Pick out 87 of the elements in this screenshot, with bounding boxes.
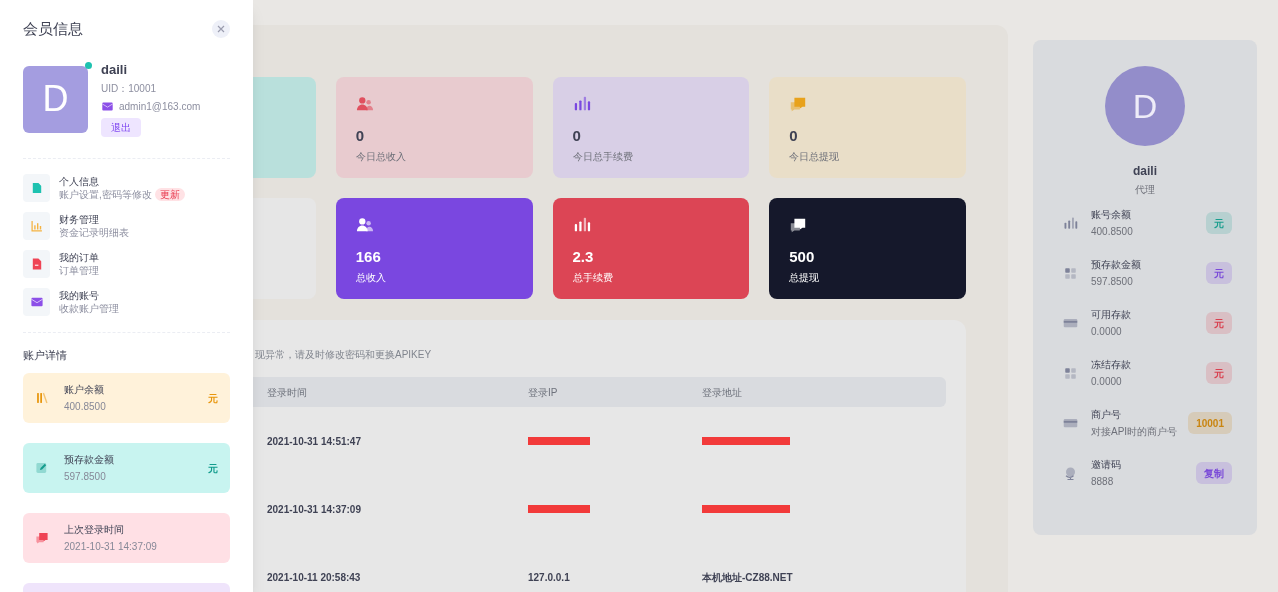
security-note: 现异常，请及时修改密码和更换APIKEY [255,348,433,362]
item-title: 账号余额 [1091,208,1132,222]
edit-icon [35,461,49,475]
column-header: 登录IP [528,385,559,400]
users-icon [355,95,374,113]
avatar: D [1105,66,1185,146]
menu-item-title: 财务管理 [59,212,100,226]
stat-value: 500 [789,247,815,267]
table-cell-text: 2021-10-11 20:58:43 [267,570,362,585]
update-badge: 更新 [154,187,185,201]
detail-title: 账户余额 [64,383,105,397]
books-icon [35,391,49,405]
unit-badge: 复制 [1196,462,1232,484]
stat-value: 0 [355,126,365,146]
item-value: 8888 [1091,475,1115,489]
unit-badge: 元 [1206,312,1232,334]
redaction-bar [528,505,590,513]
users-icon [355,216,374,234]
redaction-bar [528,437,590,445]
detail-value: 2021-10-31 14:37:09 [64,540,158,554]
stat-label: 今日总收入 [355,149,406,164]
unit-label: 元 [208,391,218,406]
menu-item[interactable]: 我的账号 收款账户管理 [23,287,230,316]
detail-value: 597.8500 [64,470,107,484]
grid-icon [1062,365,1078,381]
stat-value: 166 [355,247,381,267]
item-title: 预存款金额 [1091,258,1142,272]
stat-label: 总收入 [355,270,386,285]
bar-chart-icon [572,216,591,234]
user-name: daili [1133,163,1157,180]
unit-label: 元 [208,461,218,476]
table-cell-text: 2021-10-31 14:51:47 [267,434,362,449]
detail-title: 预存款金额 [64,453,115,467]
chat-icon [789,216,808,234]
menu-item-subtitle: 收款账户管理 [59,301,119,315]
close-button[interactable] [212,20,230,39]
item-title: 邀请码 [1091,458,1122,472]
item-title: 冻结存款 [1091,358,1132,372]
item-title: 商户号 [1091,408,1122,422]
bar-chart-icon [572,95,591,113]
menu-item-subtitle: 资金记录明细表 [59,225,129,239]
stat-label: 总提现 [789,270,820,285]
chat-icon [35,531,49,545]
close-icon [216,24,226,35]
item-title: 可用存款 [1091,308,1132,322]
menu-item-title: 我的订单 [59,250,99,264]
unit-badge: 元 [1206,262,1232,284]
user-email: admin1@163.com [119,99,201,114]
section-title: 账户详情 [23,347,68,363]
menu-item-subtitle: 订单管理 [59,263,99,277]
table-cell-text: 本机地址-CZ88.NET [702,570,794,585]
menu-item-title: 个人信息 [59,174,100,188]
user-role: 代理 [1135,183,1155,197]
item-value: 597.8500 [1091,275,1134,289]
menu-item[interactable]: 财务管理 资金记录明细表 [23,211,230,240]
detail-title: 上次登录时间 [64,523,125,537]
unit-badge: 10001 [1188,412,1232,434]
stat-label: 今日总手续费 [572,149,633,164]
logout-button[interactable]: 退出 [101,117,141,137]
stat-label: 今日总提现 [789,149,840,164]
table-cell-text: 2021-10-31 14:37:09 [267,502,362,517]
stat-label: 总手续费 [572,270,613,285]
menu-item[interactable]: 个人信息 账户设置,密码等修改 更新 [23,173,230,202]
detail-value: 400.8500 [64,400,107,414]
menu-item-title: 我的账号 [59,288,100,302]
unit-badge: 元 [1206,362,1232,384]
avatar: D [23,65,88,133]
menu-item-subtitle: 账户设置,密码等修改 [59,187,152,201]
item-value: 0.0000 [1091,375,1123,389]
bar-chart-icon [29,218,44,233]
bar-chart-icon [1062,215,1078,231]
item-value: 对接API时的商户号 [1091,425,1179,439]
grid-icon [1062,265,1078,281]
stat-value: 2.3 [572,247,594,267]
column-header: 登录地址 [702,385,743,400]
user-name: daili [101,61,127,78]
column-header: 登录时间 [267,385,308,400]
chat-icon [789,95,808,113]
menu-item[interactable]: 我的订单 订单管理 [23,249,230,278]
user-id: UID：10001 [101,81,157,96]
unit-badge: 元 [1206,212,1232,234]
item-value: 0.0000 [1091,325,1123,339]
stat-value: 0 [789,126,798,146]
item-value: 400.8500 [1091,225,1134,239]
stat-value: 0 [572,126,581,146]
drawer-title: 会员信息 [23,19,83,39]
table-cell-text: 127.0.0.1 [528,570,571,585]
